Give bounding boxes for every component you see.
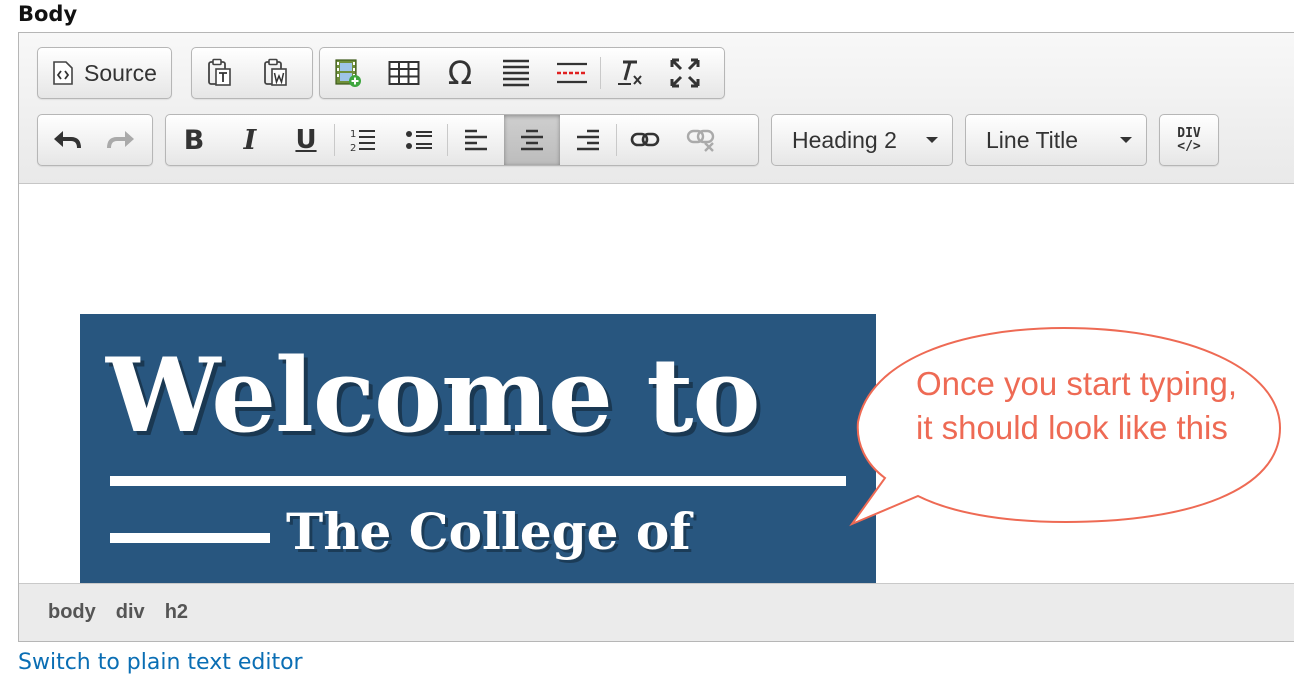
style-select-value: Line Title (986, 126, 1079, 153)
clipboard-group (191, 47, 313, 99)
source-group: Source (37, 47, 172, 99)
italic-button[interactable]: I (222, 115, 278, 165)
chevron-down-icon (1120, 137, 1132, 143)
maximize-button[interactable] (657, 48, 713, 98)
source-icon (53, 61, 73, 85)
chevron-down-icon (926, 137, 938, 143)
path-item-div[interactable]: div (113, 599, 148, 626)
style-select[interactable]: Line Title (965, 114, 1147, 166)
banner-title: Welcome to (106, 336, 760, 456)
paste-word-button[interactable] (248, 48, 304, 98)
welcome-banner: Welcome to The College of (80, 314, 876, 584)
bold-button[interactable]: B (166, 115, 222, 165)
switch-editor-link[interactable]: Switch to plain text editor (18, 650, 303, 675)
align-center-icon (521, 129, 543, 151)
source-label: Source (84, 59, 157, 86)
format-select-value: Heading 2 (792, 126, 897, 153)
align-right-button[interactable] (560, 115, 616, 165)
banner-rule (110, 476, 846, 486)
format-group: B I U 1 2 (165, 114, 759, 166)
path-item-h2[interactable]: h2 (162, 599, 191, 626)
special-char-button[interactable]: Ω (432, 48, 488, 98)
numbered-list-icon: 1 2 (350, 129, 375, 154)
insert-group: Ω (319, 47, 725, 99)
underline-button[interactable]: U (278, 115, 334, 165)
bold-icon: B (183, 124, 205, 156)
italic-icon: I (243, 124, 257, 156)
banner-dash (110, 533, 270, 543)
redo-icon (107, 131, 134, 149)
align-center-button[interactable] (504, 115, 560, 165)
svg-text:1: 1 (350, 129, 356, 140)
element-path-bar: body div h2 (19, 583, 1294, 641)
paste-text-button[interactable] (192, 48, 248, 98)
media-add-icon (335, 59, 361, 87)
bulleted-list-icon (406, 131, 432, 149)
unlink-icon (686, 129, 715, 152)
align-left-icon (465, 129, 487, 151)
page-break-button[interactable] (544, 48, 600, 98)
div-group: DIV </> (1159, 114, 1219, 166)
remove-format-button[interactable] (601, 48, 657, 98)
callout-text: Once you start typing, it should look li… (916, 365, 1237, 446)
link-icon (630, 132, 660, 147)
maximize-icon (670, 58, 700, 88)
format-select[interactable]: Heading 2 (771, 114, 953, 166)
paste-word-icon (264, 58, 287, 86)
media-button[interactable] (320, 48, 376, 98)
redo-button[interactable] (94, 115, 150, 165)
justify-icon (503, 59, 529, 87)
undo-button[interactable] (38, 115, 94, 165)
banner-subtitle: The College of (286, 502, 691, 561)
link-button[interactable] (617, 115, 673, 165)
unlink-button[interactable] (673, 115, 729, 165)
history-group (37, 114, 153, 166)
rich-text-editor: Source Ω B I U 1 2 Heading 2 Line Title … (18, 32, 1294, 642)
justify-button[interactable] (488, 48, 544, 98)
page-break-icon (557, 62, 587, 84)
field-label: Body (18, 2, 78, 26)
bulleted-list-button[interactable] (391, 115, 447, 165)
align-left-button[interactable] (448, 115, 504, 165)
undo-icon (54, 131, 81, 149)
numbered-list-button[interactable]: 1 2 (335, 115, 391, 165)
omega-icon: Ω (447, 54, 473, 92)
create-div-button[interactable]: DIV </> (1160, 115, 1218, 165)
align-right-icon (577, 129, 599, 151)
table-icon (388, 61, 420, 85)
underline-icon: U (295, 125, 317, 155)
svg-text:2: 2 (350, 143, 356, 154)
path-item-body[interactable]: body (45, 599, 99, 626)
editor-toolbar: Source Ω B I U 1 2 Heading 2 Line Title … (19, 33, 1294, 184)
table-button[interactable] (376, 48, 432, 98)
source-button[interactable]: Source (38, 48, 171, 98)
div-icon-code: </> (1177, 139, 1201, 154)
paste-text-icon (208, 58, 231, 86)
remove-format-icon (618, 60, 642, 85)
